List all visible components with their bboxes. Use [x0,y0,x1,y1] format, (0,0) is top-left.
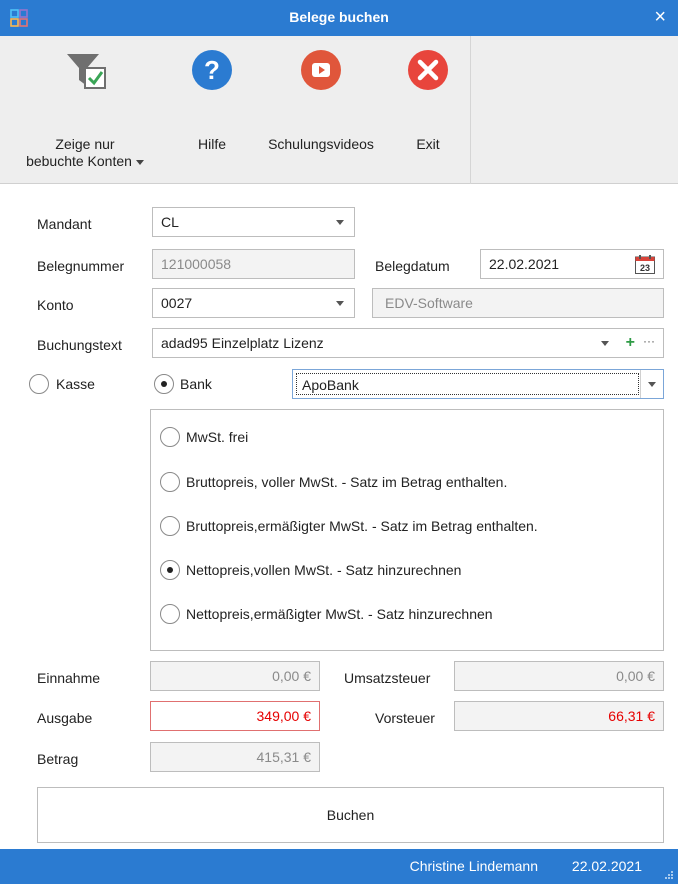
bank-value: ApoBank [296,373,639,395]
booking-form: Mandant CL Belegnummer 121000058 Belegda… [0,185,678,849]
vat-option-label: Bruttopreis,ermäßigter MwSt. - Satz im B… [186,518,538,534]
belegnummer-field: 121000058 [152,249,355,279]
bank-radio[interactable] [154,374,174,394]
buchungstext-value: adad95 Einzelplatz Lizenz [161,335,324,351]
vat-options-group: MwSt. frei Bruttopreis, voller MwSt. - S… [150,409,664,651]
belegdatum-label: Belegdatum [375,258,450,274]
dropdown-divider [640,370,641,398]
belegnummer-label: Belegnummer [37,258,125,274]
ribbon-toolbar: Zeige nur bebuchte Konten ? Hilfe Schulu… [0,36,678,184]
umsatzsteuer-field: 0,00 € [454,661,664,691]
exit-icon [408,50,448,90]
kasse-label: Kasse [56,376,95,392]
close-icon[interactable]: × [654,6,666,28]
mandant-value: CL [161,214,179,230]
mandant-select[interactable]: CL [152,207,355,237]
svg-text:?: ? [204,55,220,85]
vorsteuer-field: 66,31 € [454,701,664,731]
vat-option-radio[interactable] [160,472,180,492]
status-user: Christine Lindemann [409,858,538,874]
help-label: Hilfe [197,136,226,152]
ausgabe-field[interactable]: 349,00 € [150,701,320,731]
einnahme-label: Einnahme [37,670,101,686]
training-videos-button[interactable]: Schulungsvideos [254,36,388,184]
calendar-day: 23 [640,263,650,273]
vorsteuer-label: Vorsteuer [375,710,435,726]
kasse-radio[interactable] [29,374,49,394]
calendar-icon[interactable]: 23 [635,255,655,274]
filter-check-icon [67,54,106,89]
vat-option-label: Bruttopreis, voller MwSt. - Satz im Betr… [186,474,508,490]
more-icon[interactable]: ··· [643,329,655,355]
konto-label: Konto [37,297,74,313]
show-booked-accounts-button[interactable]: Zeige nur bebuchte Konten [12,36,158,184]
help-icon: ? [192,50,232,90]
konto-name-field: EDV-Software [372,288,664,318]
vat-option-radio[interactable] [160,560,180,580]
window-title: Belege buchen [289,9,389,25]
belegdatum-field[interactable]: 22.02.2021 23 [480,249,664,279]
chevron-down-icon [336,301,344,306]
title-bar: Belege buchen × [0,0,678,36]
vat-option-radio[interactable] [160,604,180,624]
buchen-button[interactable]: Buchen [37,787,664,843]
chevron-down-icon[interactable] [601,341,609,346]
add-icon[interactable]: + [626,329,635,357]
video-play-icon [301,50,341,90]
resize-grip-icon[interactable] [664,870,674,880]
show-booked-label-line1: Zeige nur [55,136,115,152]
vat-option-radio[interactable] [160,427,180,447]
status-date: 22.02.2021 [571,858,642,874]
status-bar: Christine Lindemann 22.02.2021 [0,849,678,884]
buchungstext-label: Buchungstext [37,337,122,353]
einnahme-field: 0,00 € [150,661,320,691]
help-button[interactable]: ? Hilfe [180,36,244,184]
vat-option-label: MwSt. frei [186,429,249,445]
ausgabe-label: Ausgabe [37,710,93,726]
belegdatum-value: 22.02.2021 [489,256,560,272]
buchungstext-field[interactable]: adad95 Einzelplatz Lizenz + ··· [152,328,664,358]
konto-value: 0027 [161,295,193,311]
training-videos-label: Schulungsvideos [268,136,374,152]
vat-option-label: Nettopreis,vollen MwSt. - Satz hinzurech… [186,562,462,578]
ribbon-divider [470,36,471,184]
chevron-down-icon [648,382,656,387]
betrag-field: 415,31 € [150,742,320,772]
vat-option-label: Nettopreis,ermäßigter MwSt. - Satz hinzu… [186,606,493,622]
bank-select[interactable]: ApoBank [292,369,664,399]
vat-option-radio[interactable] [160,516,180,536]
exit-label: Exit [416,136,440,152]
bank-label: Bank [180,376,212,392]
betrag-label: Betrag [37,751,79,767]
mandant-label: Mandant [37,216,92,232]
show-booked-label-line2: bebuchte Konten [26,153,132,169]
chevron-down-icon [336,220,344,225]
umsatzsteuer-label: Umsatzsteuer [344,670,431,686]
konto-select[interactable]: 0027 [152,288,355,318]
dropdown-caret-icon [135,159,144,165]
exit-button[interactable]: Exit [396,36,460,184]
